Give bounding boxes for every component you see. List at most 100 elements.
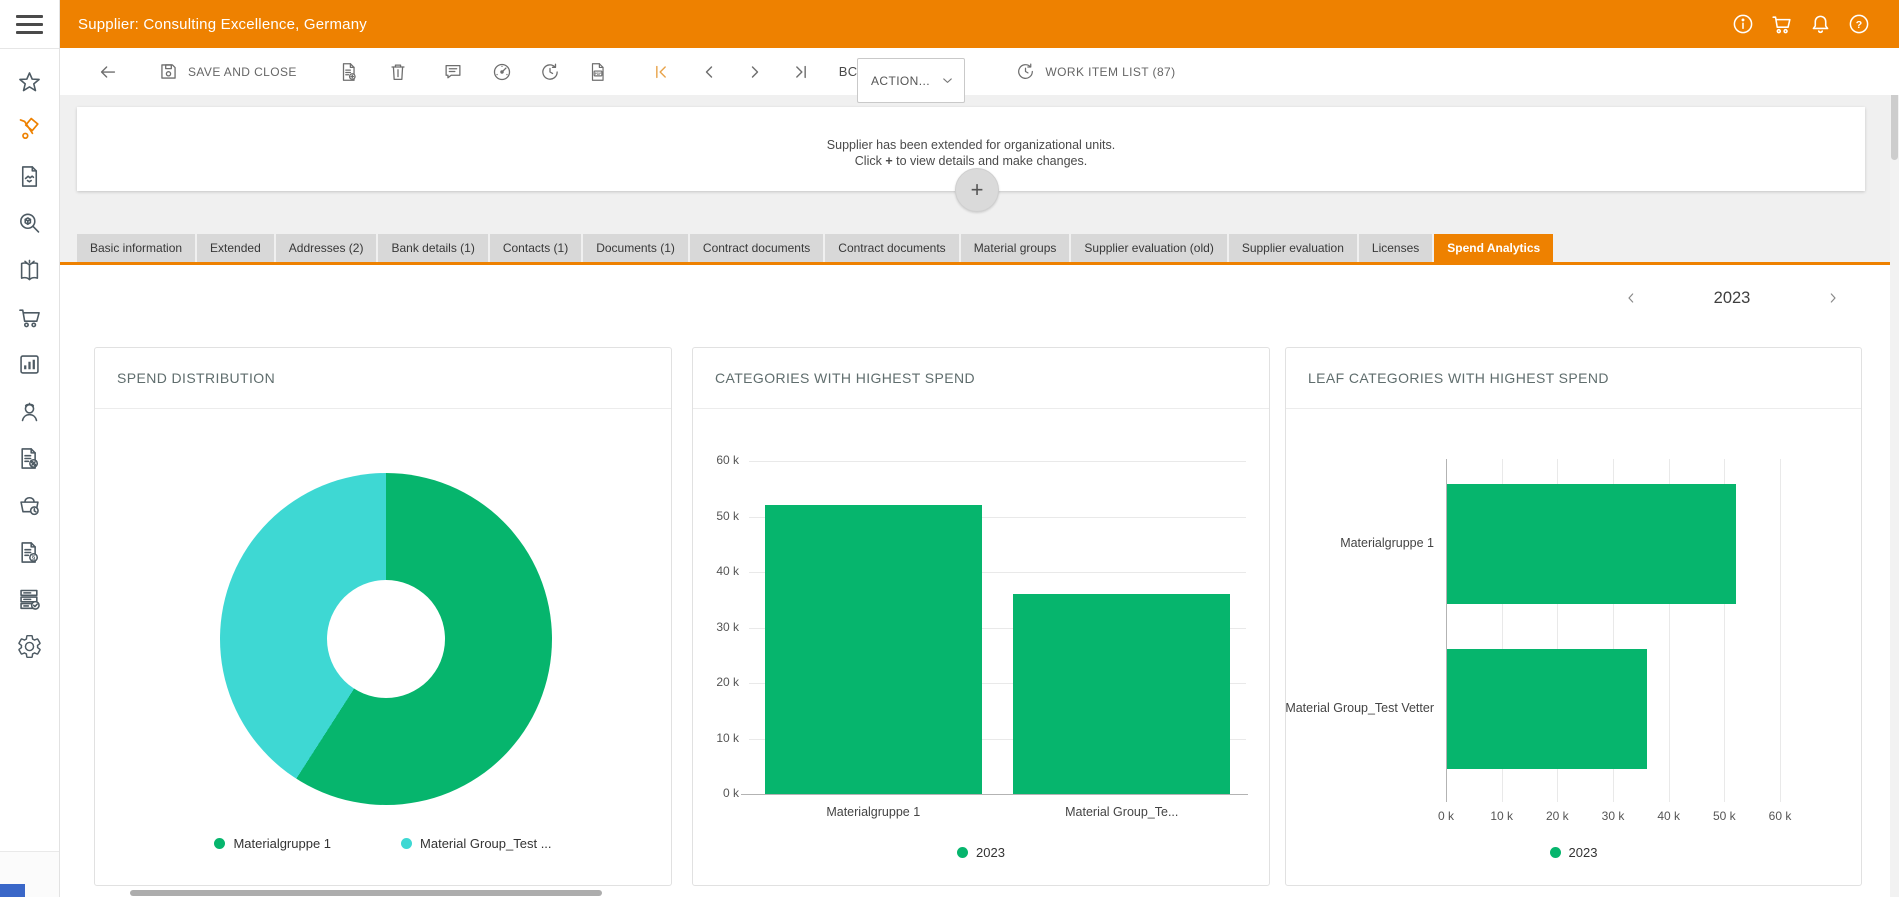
- page-title: Supplier: Consulting Excellence, Germany: [78, 16, 367, 33]
- legend-item[interactable]: Material Group_Test ...: [401, 836, 552, 851]
- y-axis-tick-label: 40 k: [695, 564, 739, 578]
- y-axis-tick-label: 30 k: [695, 620, 739, 634]
- help-icon[interactable]: ?: [1847, 12, 1871, 36]
- bar-materialgruppe-1[interactable]: [765, 505, 982, 794]
- expand-details-button[interactable]: +: [955, 168, 999, 212]
- document-percent-icon[interactable]: [7, 435, 53, 482]
- x-axis-tick-label: 30 k: [1591, 809, 1635, 823]
- star-icon[interactable]: [7, 59, 53, 106]
- categories-spend-card: CATEGORIES WITH HIGHEST SPEND 0 k10 k20 …: [692, 347, 1270, 886]
- tab-spend-analytics[interactable]: Spend Analytics: [1434, 234, 1553, 262]
- tab-contract-documents[interactable]: Contract documents: [825, 234, 958, 262]
- hbar-plot: 0 k10 k20 k30 k40 k50 k60 kMaterialgrupp…: [1446, 459, 1791, 796]
- y-axis-tick-label: 50 k: [695, 509, 739, 523]
- spend-analytics-panel: 2023 SPEND DISTRIBUTION Materialgruppe 1…: [60, 265, 1899, 897]
- tab-material-groups[interactable]: Material groups: [961, 234, 1070, 262]
- legend-item[interactable]: 2023: [1550, 845, 1598, 860]
- nav-first-icon[interactable]: [651, 62, 671, 82]
- legend-item[interactable]: Materialgruppe 1: [214, 836, 331, 851]
- toolbar: SAVE AND CLOSE PDF: [60, 48, 1899, 95]
- app-window: § Supplier: Consulting Excellence, Germa…: [0, 0, 1899, 897]
- notice-line-1: Supplier has been extended for organizat…: [77, 137, 1865, 153]
- tab-extended[interactable]: Extended: [197, 234, 274, 262]
- bottom-left-corner-element: [0, 884, 25, 897]
- chevron-down-icon: [940, 73, 955, 88]
- history-icon[interactable]: [539, 61, 561, 83]
- nav-prev-icon[interactable]: [699, 62, 719, 82]
- action-dropdown-label: ACTION...: [871, 74, 930, 88]
- notice-line-2: Click + to view details and make changes…: [77, 153, 1865, 169]
- save-and-close-button[interactable]: SAVE AND CLOSE: [158, 61, 297, 82]
- bar-materialgruppe-1[interactable]: [1447, 484, 1736, 604]
- tab-supplier-evaluation-old[interactable]: Supplier evaluation (old): [1071, 234, 1226, 262]
- document-legal-icon[interactable]: §: [7, 529, 53, 576]
- gridline: [749, 461, 1246, 462]
- menu-icon[interactable]: [0, 0, 59, 49]
- vertical-scrollbar[interactable]: [1890, 48, 1899, 897]
- tab-basic-information[interactable]: Basic information: [77, 234, 195, 262]
- nav-next-icon[interactable]: [745, 62, 765, 82]
- gridline: [1780, 459, 1781, 802]
- horizontal-scrollbar-thumb[interactable]: [130, 890, 602, 896]
- tab-supplier-evaluation[interactable]: Supplier evaluation: [1229, 234, 1357, 262]
- legend-item[interactable]: 2023: [957, 845, 1005, 860]
- y-axis-category-label: Materialgruppe 1: [1276, 536, 1434, 550]
- main-area: Supplier: Consulting Excellence, Germany…: [60, 0, 1899, 897]
- catalog-book-icon[interactable]: [7, 247, 53, 294]
- vbar-legend: 2023: [693, 845, 1269, 860]
- cart-icon[interactable]: [1769, 12, 1794, 37]
- y-axis-category-label: Material Group_Test Vetter: [1276, 701, 1434, 715]
- svg-text:?: ?: [1856, 19, 1862, 31]
- svg-text:PDF: PDF: [594, 71, 601, 75]
- back-icon[interactable]: [97, 61, 119, 83]
- tab-contacts-1[interactable]: Contacts (1): [490, 234, 581, 262]
- handtruck-icon[interactable]: [7, 106, 53, 153]
- comment-icon[interactable]: [442, 61, 464, 83]
- y-axis-tick-label: 60 k: [695, 453, 739, 467]
- info-icon[interactable]: [1731, 12, 1755, 36]
- year-prev-icon[interactable]: [1619, 286, 1643, 310]
- bar-material-group-te[interactable]: [1013, 594, 1230, 794]
- legend-label: 2023: [1569, 845, 1598, 860]
- legend-label: 2023: [976, 845, 1005, 860]
- x-axis-tick-label: 60 k: [1758, 809, 1802, 823]
- nav-last-icon[interactable]: [791, 62, 811, 82]
- card-header: SPEND DISTRIBUTION: [95, 348, 671, 409]
- pdf-icon[interactable]: PDF: [587, 61, 609, 83]
- contract-document-icon[interactable]: [7, 153, 53, 200]
- card-title: CATEGORIES WITH HIGHEST SPEND: [715, 370, 975, 386]
- bar-material-group-test-vetter[interactable]: [1447, 649, 1647, 769]
- vbar-plot: 0 k10 k20 k30 k40 k50 k60 kMaterialgrupp…: [749, 461, 1246, 794]
- delete-icon[interactable]: [387, 61, 409, 83]
- gauge-icon[interactable]: [491, 61, 513, 83]
- legend-dot: [1550, 847, 1561, 858]
- cart-icon[interactable]: [7, 294, 53, 341]
- user-icon[interactable]: [7, 388, 53, 435]
- tab-contract-documents[interactable]: Contract documents: [690, 234, 823, 262]
- bc-label: BC: [839, 64, 858, 79]
- tab-bank-details-1[interactable]: Bank details (1): [378, 234, 487, 262]
- tab-documents-1[interactable]: Documents (1): [583, 234, 688, 262]
- card-header: CATEGORIES WITH HIGHEST SPEND: [693, 348, 1269, 409]
- item-search-icon[interactable]: [7, 200, 53, 247]
- notice-text: Supplier has been extended for organizat…: [77, 107, 1865, 169]
- notifications-icon[interactable]: [1808, 12, 1833, 37]
- legend-label: Materialgruppe 1: [233, 836, 331, 851]
- action-dropdown[interactable]: ACTION...: [857, 58, 965, 103]
- tab-bar: Basic informationExtendedAddresses (2)Ba…: [60, 234, 1899, 265]
- work-item-list-button[interactable]: WORK ITEM LIST (87): [1015, 61, 1175, 82]
- tab-addresses-2[interactable]: Addresses (2): [276, 234, 377, 262]
- x-axis-tick-label: 0 k: [1424, 809, 1468, 823]
- tab-licenses[interactable]: Licenses: [1359, 234, 1432, 262]
- year-next-icon[interactable]: [1821, 286, 1845, 310]
- card-title: LEAF CATEGORIES WITH HIGHEST SPEND: [1308, 370, 1609, 386]
- content-area: Supplier has been extended for organizat…: [60, 95, 1899, 897]
- statistics-icon[interactable]: [7, 341, 53, 388]
- tab-list: Basic informationExtendedAddresses (2)Ba…: [60, 234, 1899, 262]
- masterdata-check-icon[interactable]: [7, 576, 53, 623]
- x-axis-category-label: Material Group_Te...: [998, 805, 1247, 819]
- document-add-icon[interactable]: [338, 61, 360, 83]
- basket-history-icon[interactable]: [7, 482, 53, 529]
- x-axis-tick-label: 50 k: [1702, 809, 1746, 823]
- settings-icon[interactable]: [7, 623, 53, 670]
